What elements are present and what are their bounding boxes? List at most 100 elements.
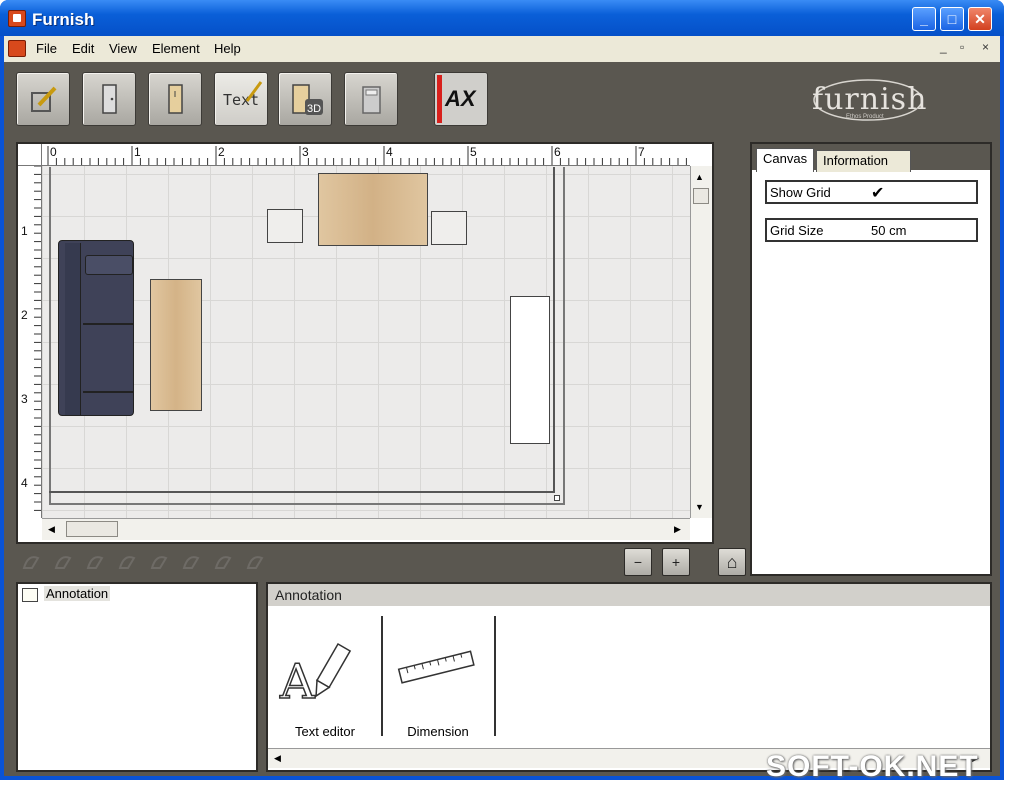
draw-tool-button[interactable] [16, 72, 70, 126]
coffee-table[interactable] [150, 279, 202, 411]
properties-panel [750, 142, 992, 576]
element-palette [266, 582, 992, 772]
horizontal-ruler: 0 1 2 3 4 5 6 7 [42, 144, 690, 166]
text-tool-button[interactable]: Text [214, 72, 268, 126]
logo-text: furnish [812, 82, 928, 117]
calculator-icon [362, 86, 381, 114]
ax-red-bar [437, 75, 442, 123]
menu-file[interactable]: File [36, 41, 57, 56]
zoom-in-icon: + [671, 554, 681, 570]
ruler-x-label: 5 [470, 145, 477, 159]
sofa-back [65, 243, 81, 415]
ruler-x-label: 1 [134, 145, 141, 159]
scroll-right-arrow[interactable]: ▶ [674, 524, 681, 535]
tab-information[interactable]: Information [816, 150, 912, 172]
home-button[interactable]: ⌂ [718, 548, 746, 576]
horizontal-scroll-thumb[interactable] [66, 521, 118, 537]
app-icon[interactable] [8, 10, 26, 27]
ruler-x-label: 0 [50, 145, 57, 159]
svg-text:3D: 3D [307, 103, 321, 115]
sofa-cushion [85, 255, 133, 275]
ruler-x-label: 4 [386, 145, 393, 159]
show-grid-checkmark[interactable]: ✔ [871, 183, 884, 203]
furnish-logo: furnish Ethos Product [806, 76, 926, 124]
scroll-left-arrow[interactable]: ◀ [48, 524, 55, 535]
ruler-y-label: 3 [21, 392, 28, 406]
tab-canvas[interactable]: Canvas [756, 148, 815, 172]
window-title: Furnish [32, 10, 95, 29]
palette-separator [381, 616, 383, 736]
ruler-y-label: 4 [21, 476, 28, 490]
ruler-x-label: 2 [218, 145, 225, 159]
mdi-restore-button[interactable]: ▫ [960, 40, 964, 54]
vertical-ruler: 1 2 3 4 [18, 166, 42, 518]
show-grid-label: Show Grid [770, 185, 831, 200]
horizontal-scrollbar[interactable]: ◀ ▶ [42, 518, 690, 540]
watermark: SOFT-OK.NET [766, 750, 979, 783]
ruler-y-label: 1 [21, 224, 28, 238]
tree-item-annotation[interactable]: Annotation [44, 586, 111, 601]
palette-separator [494, 616, 496, 736]
zoom-in-button[interactable]: + [662, 548, 690, 576]
ruler-x-label: 6 [554, 145, 561, 159]
menu-element[interactable]: Element [152, 41, 200, 56]
grid-size-label: Grid Size [770, 223, 824, 238]
dimension-ruler-icon[interactable] [394, 648, 480, 692]
sofa-seam [83, 391, 133, 393]
cabinet-icon [168, 84, 183, 114]
title-bar[interactable] [0, 0, 1004, 36]
text-editor-icon[interactable]: A [278, 636, 372, 706]
grid-size-row[interactable]: Grid Size 50 cm [765, 218, 978, 242]
mdi-minimize-button[interactable]: _ [940, 40, 947, 54]
ruler-x-label: 7 [638, 145, 645, 159]
dining-table[interactable] [318, 173, 428, 246]
zoom-out-button[interactable]: − [624, 548, 652, 576]
cabinet[interactable] [510, 296, 550, 444]
ax-button[interactable]: AX [434, 72, 488, 126]
menu-view[interactable]: View [109, 41, 137, 56]
3d-box-icon: 3D [292, 84, 323, 115]
menu-help[interactable]: Help [214, 41, 241, 56]
door-icon [102, 84, 117, 114]
ruler-y-label: 2 [21, 308, 28, 322]
dimension-label[interactable]: Dimension [383, 724, 493, 739]
close-button[interactable]: ✕ [968, 7, 992, 31]
3d-view-button[interactable]: 3D [278, 72, 332, 126]
ruler-x-label: 3 [302, 145, 309, 159]
maximize-button[interactable]: □ [940, 7, 964, 31]
chair[interactable] [267, 209, 303, 243]
svg-text:A: A [279, 654, 316, 706]
vertical-scroll-thumb[interactable] [693, 188, 709, 204]
mdi-close-button[interactable]: × [982, 40, 989, 54]
door-tool-button[interactable] [82, 72, 136, 126]
zoom-out-icon: − [633, 554, 643, 570]
disabled-tool-icons [22, 556, 264, 569]
menu-bar: File Edit View Element Help _ ▫ × [4, 36, 1000, 62]
show-grid-row[interactable]: Show Grid ✔ [765, 180, 978, 204]
document-icon[interactable] [8, 40, 26, 57]
sofa-seam [83, 323, 133, 325]
palette-scroll-left-arrow[interactable]: ◀ [274, 753, 281, 764]
resize-handle[interactable] [554, 495, 560, 501]
category-tree [16, 582, 258, 772]
pencil-square-icon [31, 86, 57, 112]
menu-edit[interactable]: Edit [72, 41, 94, 56]
book-icon [22, 588, 38, 602]
palette-header: Annotation [268, 584, 990, 606]
cabinet-tool-button[interactable] [148, 72, 202, 126]
logo-subtitle: Ethos Product [846, 114, 884, 120]
ruler-corner [18, 144, 42, 166]
sofa[interactable] [58, 240, 134, 416]
scroll-up-arrow[interactable]: ▲ [695, 172, 704, 182]
home-icon: ⌂ [726, 552, 738, 572]
text-pencil-icon [245, 81, 263, 102]
grid-size-value[interactable]: 50 cm [871, 223, 906, 238]
scroll-down-arrow[interactable]: ▼ [695, 502, 704, 512]
vertical-scrollbar[interactable]: ▲ ▼ [690, 166, 712, 518]
ax-label: AX [445, 86, 476, 111]
minimize-button[interactable]: _ [912, 7, 936, 31]
text-editor-label[interactable]: Text editor [270, 724, 380, 739]
calculator-button[interactable] [344, 72, 398, 126]
vertical-ruler-ticks [34, 166, 41, 511]
chair[interactable] [431, 211, 467, 245]
